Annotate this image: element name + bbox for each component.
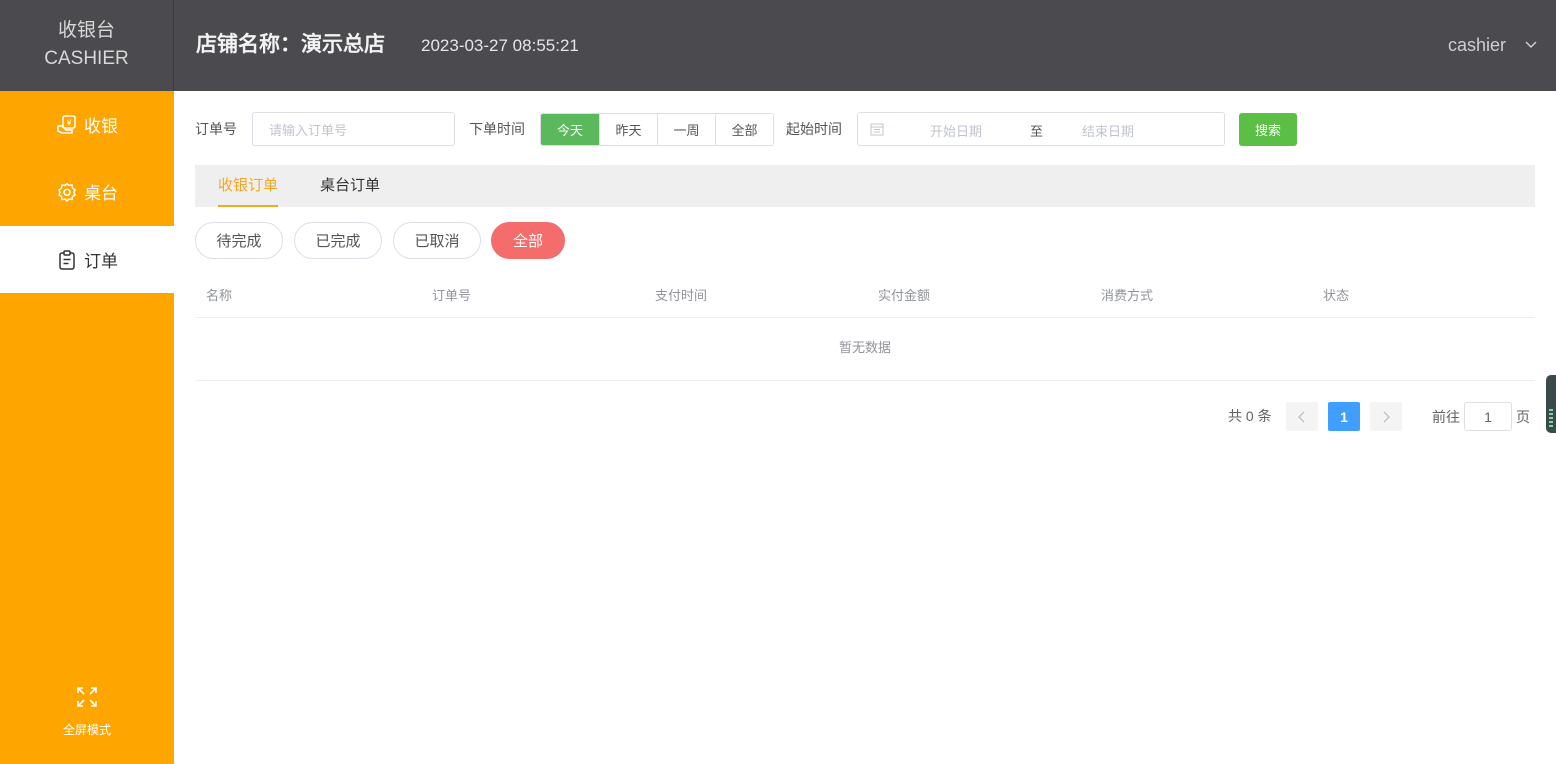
column-header: 订单号	[432, 288, 472, 303]
brand-title-en: CASHIER	[44, 48, 129, 69]
range-separator: 至	[1030, 124, 1044, 139]
fullscreen-toggle[interactable]: 全屏模式	[0, 686, 174, 738]
shop-name: 店铺名称：演示总店	[196, 33, 385, 56]
column-header: 消费方式	[1101, 288, 1154, 303]
user-menu[interactable]: cashier	[1448, 34, 1506, 56]
start-time-label: 起始时间	[786, 121, 842, 137]
column-header: 实付金额	[878, 288, 931, 303]
chevron-right-icon	[1383, 410, 1391, 423]
time-range-selector: 今天 昨天 一周 全部	[540, 113, 774, 146]
clipboard-icon	[59, 249, 75, 270]
table-header: 名称 订单号 支付时间 实付金额 消费方式 状态	[195, 275, 1535, 318]
goto-label: 前往	[1432, 409, 1460, 425]
time-option-today[interactable]: 今天	[541, 114, 599, 145]
chevron-down-icon[interactable]	[1524, 38, 1538, 52]
order-no-label: 订单号	[195, 121, 237, 137]
search-button[interactable]: 搜索	[1239, 113, 1297, 146]
tab-cashier-orders[interactable]: 收银订单	[218, 165, 279, 207]
date-range-picker[interactable]: 开始日期 至 结束日期	[857, 112, 1225, 146]
status-pending-button[interactable]: 待完成	[195, 222, 283, 259]
end-date-input[interactable]: 结束日期	[1082, 121, 1134, 140]
empty-state: 暂无数据	[195, 318, 1535, 381]
status-all-button[interactable]: 全部	[491, 222, 565, 259]
sidebar-item-label: 订单	[84, 252, 118, 271]
column-header: 状态	[1323, 288, 1350, 303]
chevron-left-icon	[1297, 410, 1305, 423]
column-header: 支付时间	[655, 288, 708, 303]
time-option-week[interactable]: 一周	[657, 114, 715, 145]
expand-icon	[77, 687, 97, 707]
prev-page-button[interactable]	[1286, 402, 1318, 431]
order-time-label: 下单时间	[469, 121, 525, 137]
order-no-input[interactable]: 请输入订单号	[252, 112, 455, 146]
order-type-tabs: 收银订单 桌台订单	[195, 165, 1535, 207]
brand-logo: 收银台 CASHIER	[0, 0, 174, 91]
time-option-all[interactable]: 全部	[715, 114, 773, 145]
svg-text:¥: ¥	[66, 118, 71, 127]
tab-table-orders[interactable]: 桌台订单	[320, 165, 380, 207]
page-number-current[interactable]: 1	[1328, 402, 1360, 431]
page-suffix-label: 页	[1516, 409, 1530, 425]
top-header: 收银台 CASHIER 店铺名称：演示总店 2023-03-27 08:55:2…	[0, 0, 1556, 91]
current-datetime: 2023-03-27 08:55:21	[421, 36, 579, 55]
cash-register-icon: ¥	[57, 114, 76, 134]
side-drawer-handle[interactable]	[1546, 375, 1556, 433]
status-cancelled-button[interactable]: 已取消	[393, 222, 481, 259]
calendar-icon	[870, 123, 884, 136]
time-option-yesterday[interactable]: 昨天	[599, 114, 657, 145]
gear-icon	[58, 181, 76, 202]
fullscreen-label: 全屏模式	[62, 723, 111, 737]
sidebar: ¥ 收银 桌台 订单 全屏模式	[0, 91, 174, 764]
sidebar-item-label: 桌台	[84, 184, 118, 203]
status-completed-button[interactable]: 已完成	[294, 222, 382, 259]
next-page-button[interactable]	[1370, 402, 1402, 431]
goto-page-input[interactable]: 1	[1464, 402, 1512, 431]
start-date-input[interactable]: 开始日期	[930, 121, 982, 140]
brand-title-cn: 收银台	[57, 20, 115, 41]
sidebar-item-label: 收银	[84, 117, 118, 136]
total-count: 共 0 条	[1228, 408, 1272, 424]
sidebar-item-tables[interactable]: 桌台	[0, 158, 174, 225]
sidebar-item-orders[interactable]: 订单	[0, 226, 174, 293]
column-header: 名称	[206, 288, 233, 303]
sidebar-item-cashier[interactable]: ¥ 收银	[0, 91, 174, 158]
